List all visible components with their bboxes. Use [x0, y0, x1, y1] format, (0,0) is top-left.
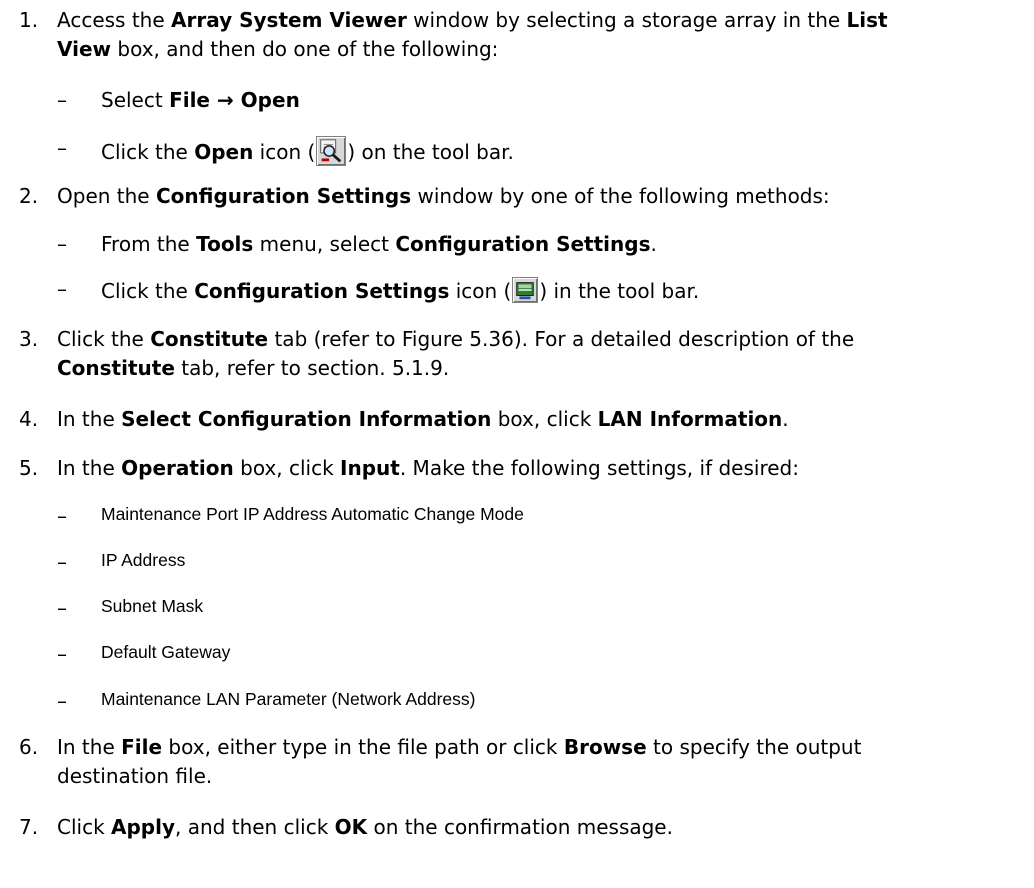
dash: –: [57, 504, 67, 528]
step-number: 7.: [19, 815, 39, 839]
step-number: 1.: [19, 8, 39, 32]
step-number: 3.: [19, 327, 39, 351]
step-3-continued: Constitute tab, refer to section. 5.1.9.: [57, 356, 450, 380]
dash: –: [57, 689, 67, 713]
step-number: 6.: [19, 735, 39, 759]
dash: –: [57, 136, 67, 160]
step-number: 2.: [19, 184, 39, 208]
configuration-settings-icon: [512, 277, 539, 303]
open-magnifier-icon: [316, 136, 347, 166]
step-number: 4.: [19, 407, 39, 431]
dash: –: [57, 277, 67, 301]
dash: –: [57, 596, 67, 620]
step-1-continued: View box, and then do one of the followi…: [57, 37, 499, 61]
step-6-continued: destination file.: [57, 764, 213, 788]
dash: –: [57, 88, 67, 112]
dash: –: [57, 642, 67, 666]
dash: –: [57, 232, 67, 256]
step-number: 5.: [19, 456, 39, 480]
dash: –: [57, 550, 67, 574]
